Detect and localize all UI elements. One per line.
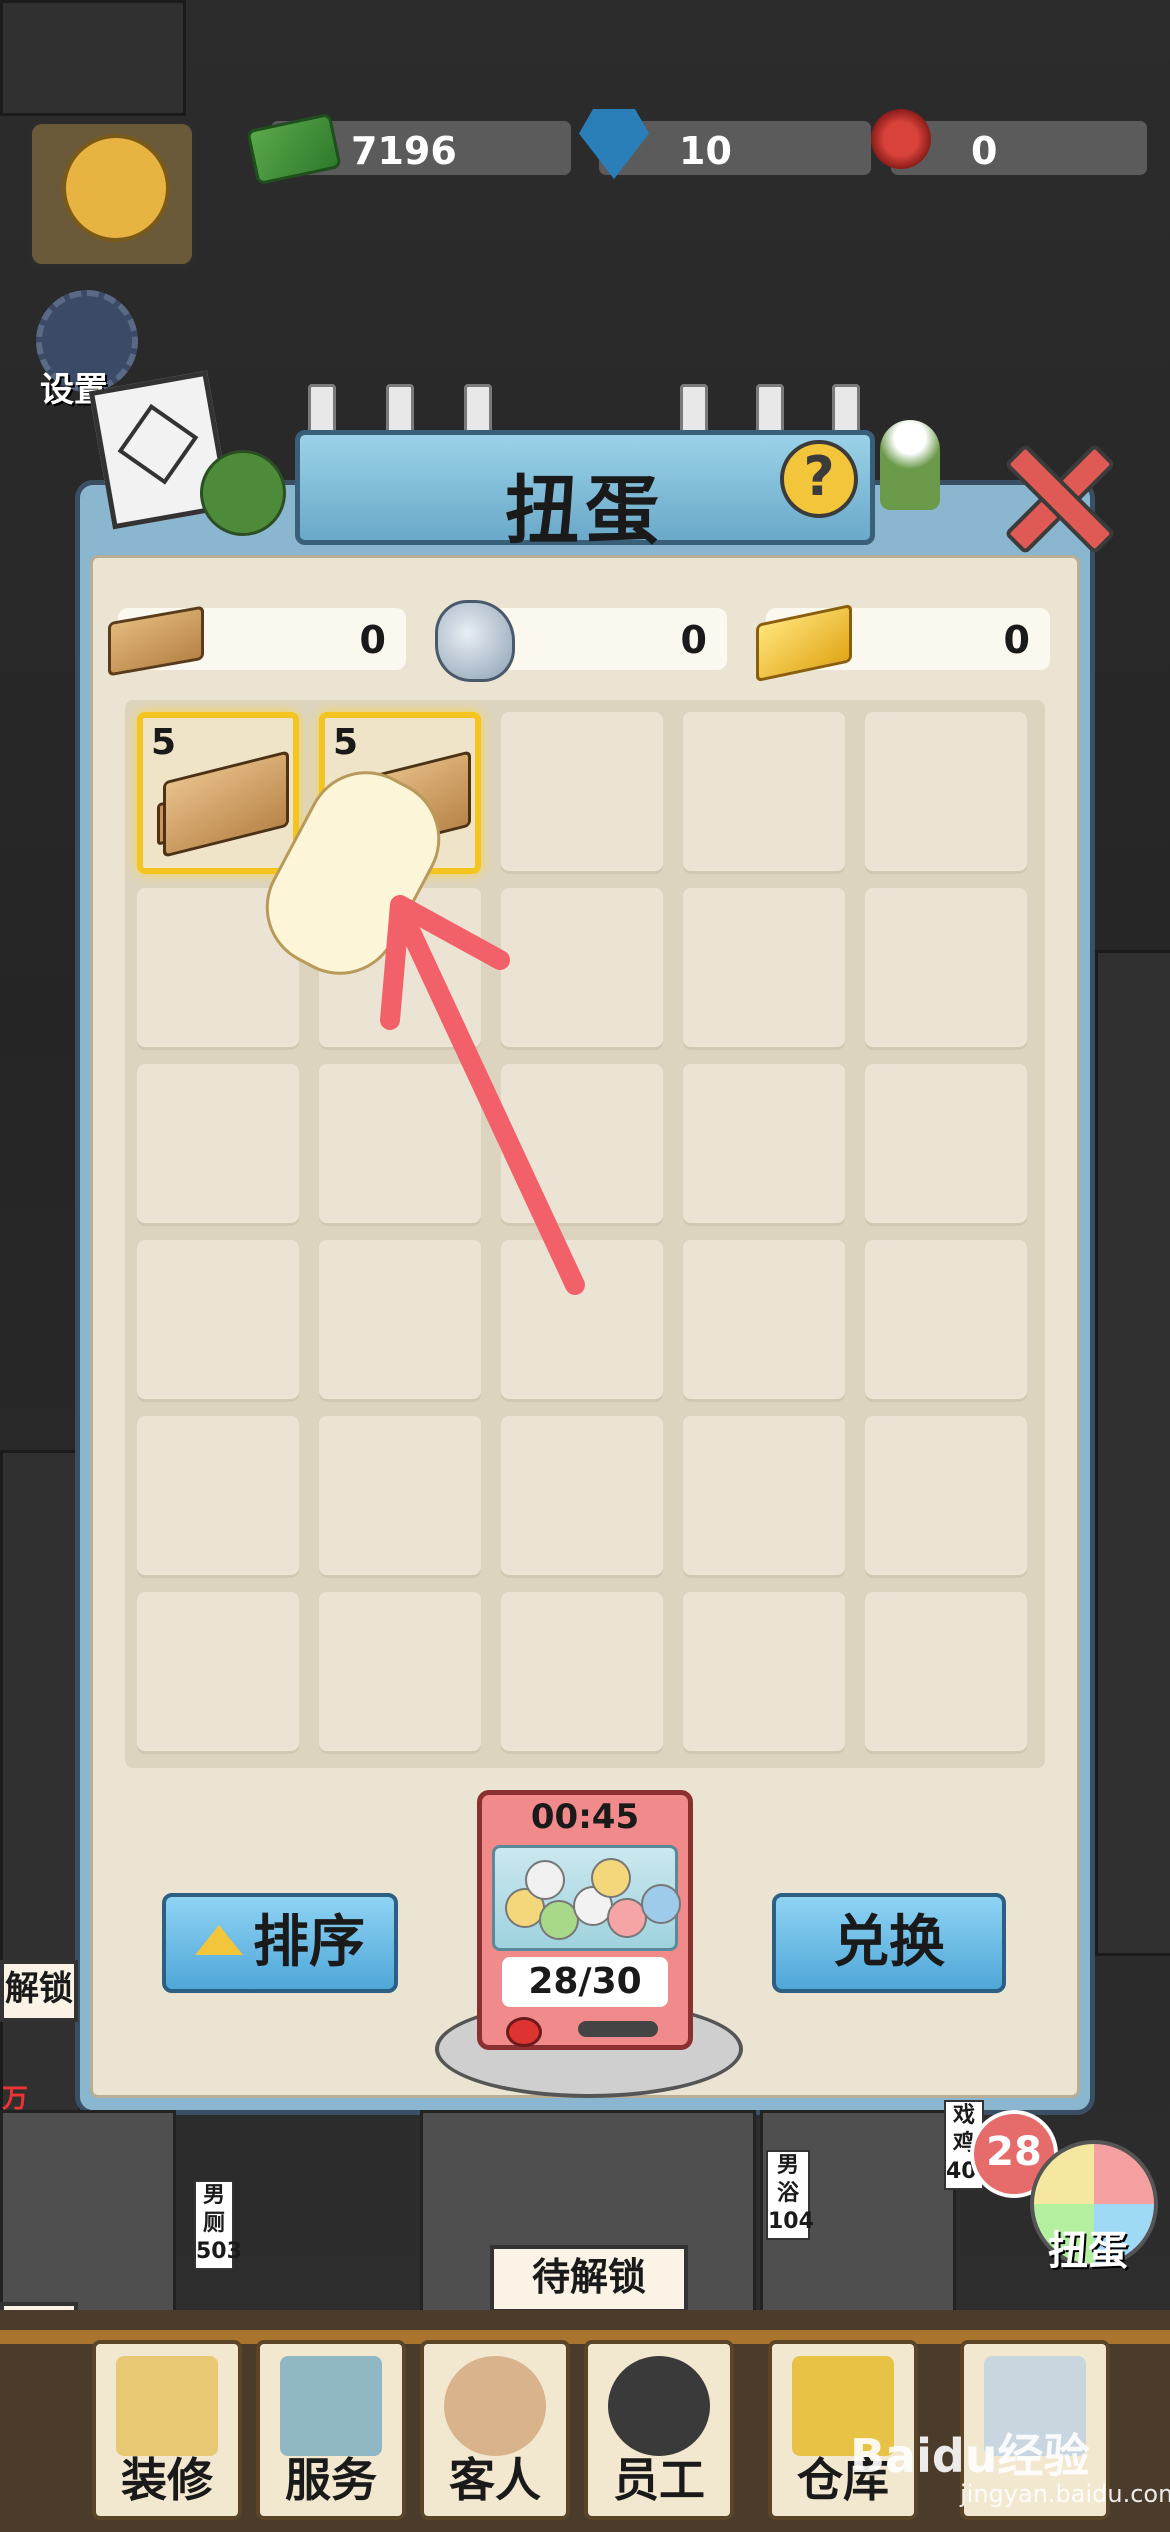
nav-staff[interactable]: 员工 bbox=[584, 2340, 734, 2520]
inventory-slot[interactable] bbox=[683, 1064, 845, 1226]
inventory-slot[interactable] bbox=[501, 1416, 663, 1578]
inventory-slot[interactable] bbox=[501, 1592, 663, 1754]
level-badge[interactable] bbox=[28, 120, 196, 268]
inventory-slot[interactable] bbox=[683, 1592, 845, 1754]
inventory-slot[interactable] bbox=[865, 888, 1027, 1050]
room-door bbox=[0, 2110, 176, 2316]
inventory-slot[interactable] bbox=[683, 1240, 845, 1402]
inventory-slot[interactable] bbox=[137, 1592, 299, 1754]
inventory-slot[interactable] bbox=[865, 1064, 1027, 1226]
unlock-sign-left[interactable]: 解锁 bbox=[0, 1960, 78, 2022]
exchange-label: 兑换 bbox=[833, 1910, 945, 1975]
room-tag-503: 男 厕 503 bbox=[194, 2180, 242, 2270]
watermark-url: jingyan.baidu.com bbox=[960, 2480, 1170, 2508]
wood-resource: 0 bbox=[108, 605, 406, 677]
tutorial-arrow-icon bbox=[380, 895, 585, 1295]
rose-counter: 0 bbox=[871, 109, 1150, 178]
wood-value: 0 bbox=[359, 618, 386, 662]
rose-value: 0 bbox=[971, 129, 998, 173]
sun-icon bbox=[62, 134, 170, 242]
inventory-slot[interactable] bbox=[137, 1416, 299, 1578]
item-count: 5 bbox=[333, 722, 359, 763]
coin-slot-icon bbox=[578, 2021, 658, 2037]
pending-unlock-sign[interactable]: 待解锁 bbox=[490, 2245, 688, 2313]
item-count: 5 bbox=[151, 722, 177, 763]
rose-icon bbox=[871, 109, 931, 169]
inventory-slot[interactable] bbox=[137, 1064, 299, 1226]
help-icon[interactable]: ? bbox=[780, 440, 858, 518]
price-left: 万 bbox=[2, 2084, 29, 2114]
nav-service[interactable]: 服务 bbox=[256, 2340, 406, 2520]
nav-guests[interactable]: 客人 bbox=[420, 2340, 570, 2520]
inventory-slot[interactable] bbox=[683, 888, 845, 1050]
nav-decorate-label: 装修 bbox=[121, 2453, 213, 2507]
stone-icon bbox=[435, 600, 515, 682]
gacha-shortcut-label[interactable]: 扭蛋 bbox=[1048, 2218, 1128, 2276]
stone-resource: 0 bbox=[435, 600, 727, 682]
gacha-machine[interactable]: 00:45 28/30 bbox=[477, 1790, 693, 2050]
inventory-slot[interactable] bbox=[865, 1240, 1027, 1402]
nav-decorate[interactable]: 装修 bbox=[92, 2340, 242, 2520]
gold-resource: 0 bbox=[756, 603, 1050, 683]
inventory-slot[interactable] bbox=[865, 1416, 1027, 1578]
nav-staff-label: 员工 bbox=[613, 2453, 705, 2507]
machine-count: 28/30 bbox=[502, 1957, 668, 2007]
arrow-up-icon bbox=[195, 1924, 243, 1955]
inventory-slot[interactable] bbox=[501, 712, 663, 874]
close-icon[interactable] bbox=[1000, 440, 1110, 550]
inventory-slot[interactable] bbox=[683, 1416, 845, 1578]
nav-service-label: 服务 bbox=[285, 2453, 377, 2507]
guest-icon bbox=[444, 2356, 546, 2456]
watermark-brand: Baidu经验 bbox=[850, 2429, 1090, 2483]
plant-icon bbox=[200, 450, 286, 536]
sort-label: 排序 bbox=[253, 1910, 365, 1975]
cash-counter: 7196 bbox=[246, 112, 574, 186]
exchange-button[interactable]: 兑换 bbox=[772, 1893, 1006, 1993]
inventory-slot[interactable] bbox=[683, 712, 845, 874]
wood-plank-icon bbox=[163, 750, 289, 858]
nav-guests-label: 客人 bbox=[449, 2453, 541, 2507]
paintbrush-icon bbox=[116, 2356, 218, 2456]
knob-icon bbox=[506, 2017, 542, 2047]
inventory-slot[interactable] bbox=[865, 712, 1027, 874]
gem-counter: 10 bbox=[579, 109, 874, 179]
inventory-slot[interactable] bbox=[865, 1592, 1027, 1754]
gold-value: 0 bbox=[1003, 618, 1030, 662]
flower-pot-icon bbox=[880, 420, 940, 510]
machine-timer: 00:45 bbox=[530, 1797, 640, 1837]
capsule-globe bbox=[492, 1845, 681, 1951]
stone-value: 0 bbox=[680, 618, 707, 662]
staff-icon bbox=[608, 2356, 710, 2456]
inventory-slot[interactable] bbox=[137, 1240, 299, 1402]
wood-icon bbox=[108, 605, 204, 677]
cash-value: 7196 bbox=[351, 129, 457, 173]
service-icon bbox=[280, 2356, 382, 2456]
sort-button[interactable]: 排序 bbox=[162, 1893, 398, 1993]
inventory-slot[interactable] bbox=[319, 1416, 481, 1578]
inventory-slot[interactable] bbox=[319, 1592, 481, 1754]
gem-value: 10 bbox=[679, 129, 732, 173]
room-tag-104: 男 浴 104 bbox=[766, 2150, 814, 2240]
inventory-slot[interactable]: 5 bbox=[137, 712, 299, 874]
